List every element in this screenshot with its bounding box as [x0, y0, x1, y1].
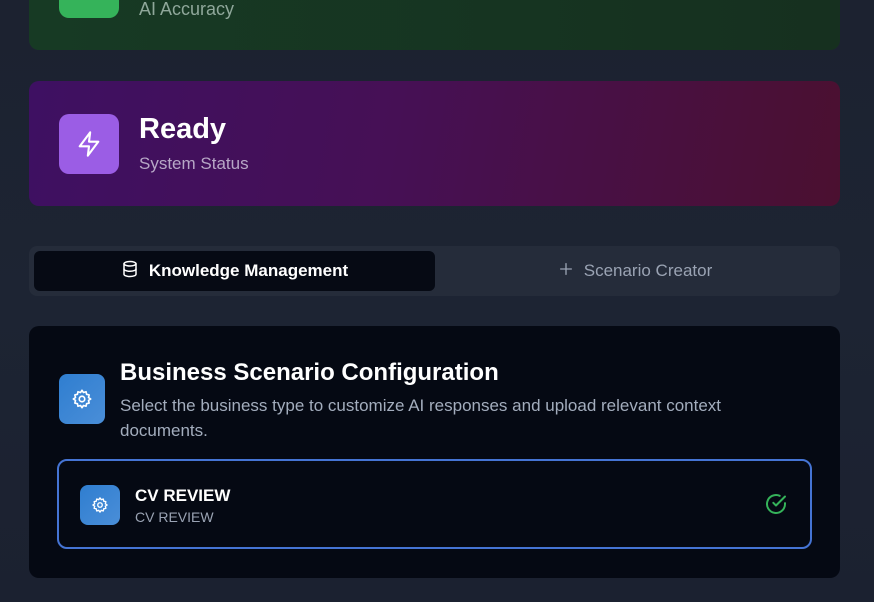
system-status-card: Ready System Status	[29, 81, 840, 206]
scenario-name: CV REVIEW	[135, 486, 231, 505]
ai-accuracy-card: AI Accuracy	[29, 0, 840, 50]
panel-title: Business Scenario Configuration	[120, 359, 499, 386]
tab-scenario-creator-label: Scenario Creator	[583, 261, 713, 280]
scenario-subtitle: CV REVIEW	[135, 509, 214, 525]
scenario-option-cv-review[interactable]: CV REVIEW CV REVIEW	[57, 459, 812, 549]
check-circle-icon	[766, 494, 786, 514]
tab-knowledge-management[interactable]: Knowledge Management	[34, 251, 435, 291]
system-status-label: System Status	[139, 154, 249, 173]
tab-knowledge-management-label: Knowledge Management	[148, 261, 349, 280]
dashboard-page: AI Accuracy Ready System Status Knowledg…	[0, 0, 874, 602]
ai-accuracy-label: AI Accuracy	[139, 0, 235, 19]
tab-scenario-creator[interactable]: Scenario Creator	[435, 251, 835, 291]
panel-description: Select the business type to customize AI…	[120, 396, 722, 440]
plus-icon	[558, 261, 574, 282]
scenario-config-panel: Business Scenario Configuration Select t…	[29, 326, 840, 578]
lightning-icon	[59, 114, 119, 174]
gear-icon	[59, 374, 105, 424]
tab-bar: Knowledge Management Scenario Creator	[29, 246, 840, 296]
system-status-value: Ready	[139, 113, 227, 145]
check-icon	[59, 0, 119, 18]
database-icon	[121, 260, 139, 283]
gear-icon	[80, 485, 120, 525]
